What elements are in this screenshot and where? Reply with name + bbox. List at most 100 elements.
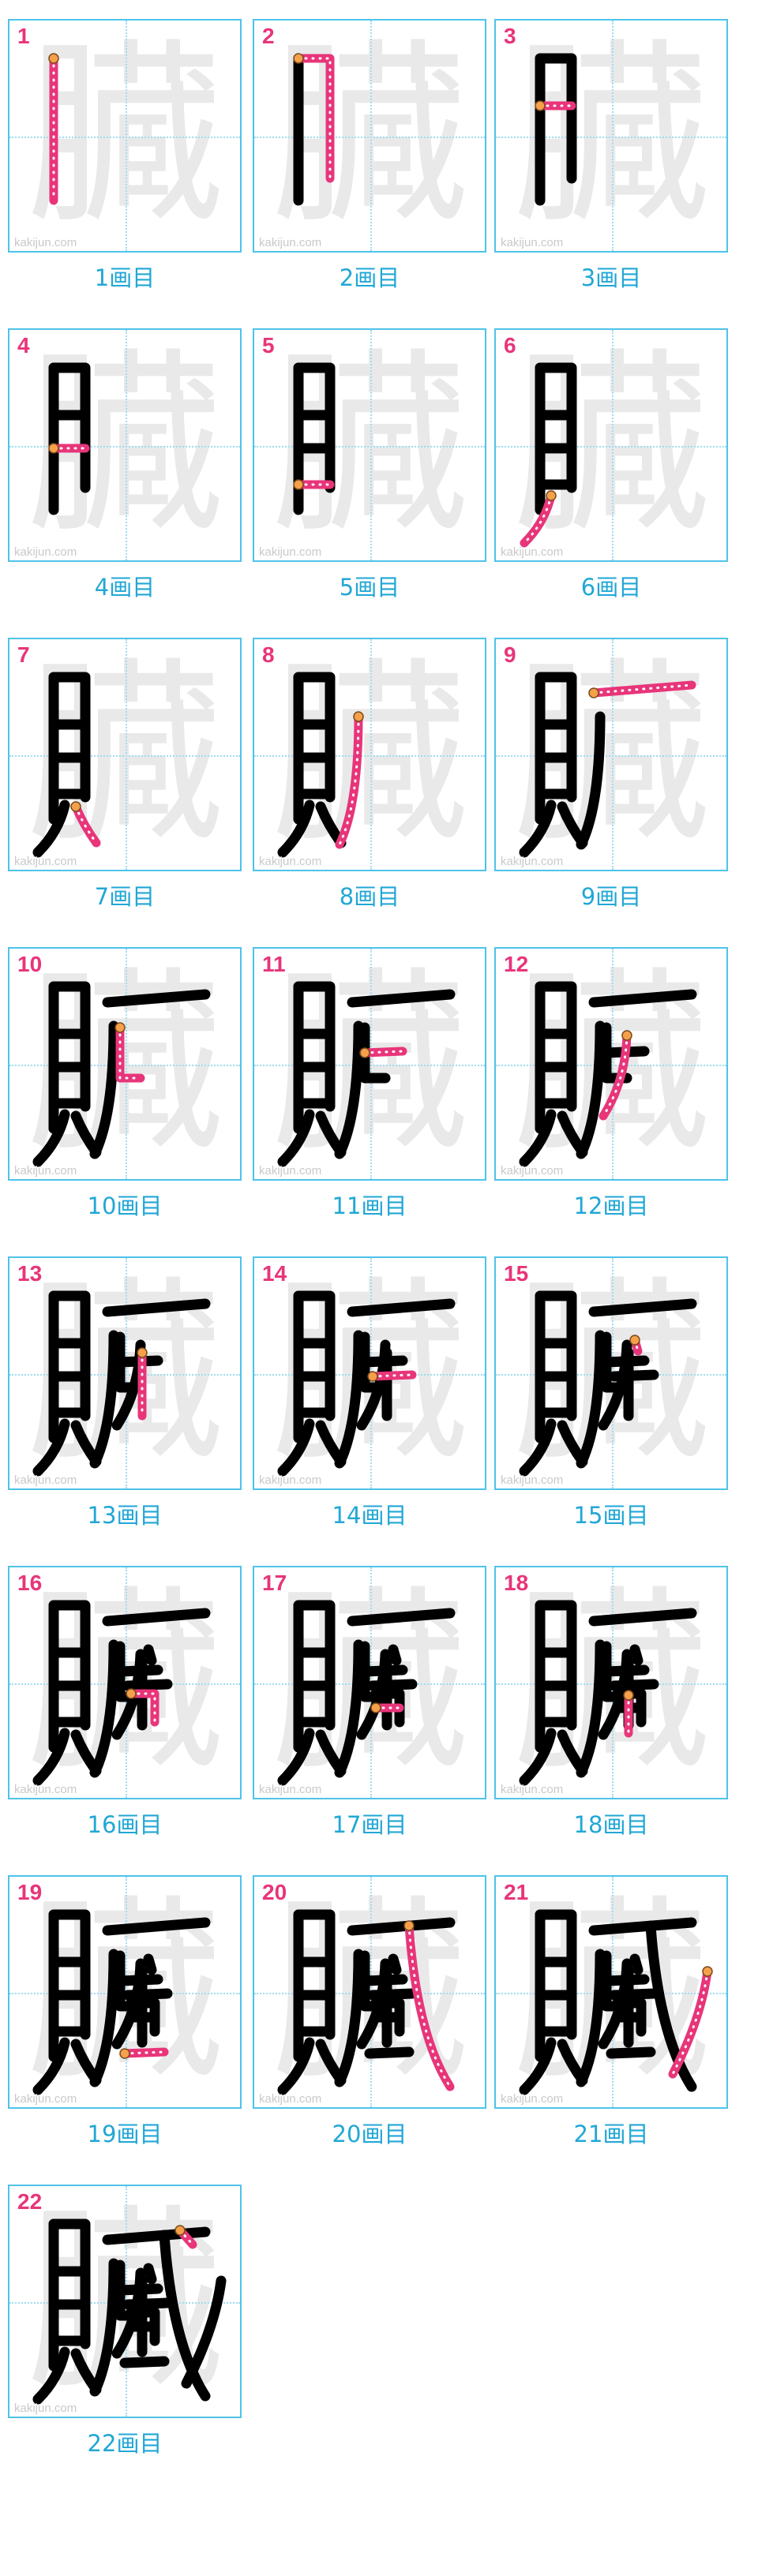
ghost-character: 臓 bbox=[26, 1258, 223, 1488]
ghost-character: 臓 bbox=[26, 1567, 223, 1797]
ghost-character: 臓 bbox=[271, 1877, 468, 2106]
horizontal-guide-line bbox=[254, 1065, 485, 1066]
horizontal-guide-line bbox=[254, 755, 485, 757]
stroke-step-box: 臓 22 kakijun.com bbox=[8, 2185, 242, 2418]
stroke-number: 4 bbox=[17, 333, 30, 358]
step-caption: 5画目 bbox=[253, 564, 486, 611]
watermark-text: kakijun.com bbox=[14, 236, 77, 249]
caption-suffix: 画目 bbox=[595, 574, 642, 601]
horizontal-guide-line bbox=[9, 137, 240, 138]
caption-number: 8 bbox=[339, 883, 355, 910]
vertical-guide-line bbox=[612, 1567, 614, 1798]
horizontal-guide-line bbox=[9, 446, 240, 447]
stroke-step-box: 臓 15 kakijun.com bbox=[494, 1256, 728, 1490]
stroke-step-cell: 臓 8 kakijun.com 8画目 bbox=[253, 638, 497, 960]
stroke-number: 19 bbox=[17, 1880, 43, 1904]
watermark-text: kakijun.com bbox=[14, 855, 77, 868]
caption-suffix: 画目 bbox=[109, 883, 156, 910]
watermark-text: kakijun.com bbox=[259, 545, 322, 559]
stroke-step-cell: 臓 1 kakijun.com 1画目 bbox=[8, 19, 253, 341]
caption-number: 14 bbox=[332, 1502, 362, 1529]
watermark-text: kakijun.com bbox=[14, 545, 77, 559]
caption-number: 19 bbox=[87, 2121, 117, 2147]
stroke-step-cell: 臓 16 kakijun.com 16画目 bbox=[8, 1566, 253, 1888]
caption-number: 17 bbox=[332, 1811, 362, 1838]
vertical-guide-line bbox=[126, 949, 127, 1179]
horizontal-guide-line bbox=[9, 1374, 240, 1376]
ghost-character: 臓 bbox=[271, 1567, 468, 1797]
horizontal-guide-line bbox=[496, 137, 726, 138]
step-caption: 2画目 bbox=[253, 254, 486, 301]
stroke-number: 7 bbox=[17, 642, 30, 667]
caption-suffix: 画目 bbox=[602, 1502, 649, 1529]
vertical-guide-line bbox=[370, 1258, 372, 1488]
vertical-guide-line bbox=[370, 1877, 372, 2107]
caption-suffix: 画目 bbox=[361, 2121, 407, 2147]
ghost-character: 臓 bbox=[26, 1877, 223, 2106]
stroke-step-cell: 臓 18 kakijun.com 18画目 bbox=[494, 1566, 739, 1888]
stroke-step-box: 臓 19 kakijun.com bbox=[8, 1875, 242, 2109]
caption-number: 7 bbox=[94, 883, 110, 910]
ghost-character: 臓 bbox=[26, 949, 223, 1178]
step-caption: 21画目 bbox=[494, 2110, 728, 2158]
ghost-character: 臓 bbox=[26, 639, 223, 869]
stroke-number: 21 bbox=[504, 1880, 529, 1904]
caption-suffix: 画目 bbox=[361, 1193, 407, 1219]
step-caption: 11画目 bbox=[253, 1182, 486, 1230]
stroke-step-cell: 臓 17 kakijun.com 17画目 bbox=[253, 1566, 497, 1888]
stroke-step-cell: 臓 22 kakijun.com 22画目 bbox=[8, 2185, 253, 2507]
stroke-step-cell: 臓 14 kakijun.com 14画目 bbox=[253, 1256, 497, 1578]
step-caption: 14画目 bbox=[253, 1492, 486, 1539]
ghost-character: 臓 bbox=[512, 1877, 710, 2106]
caption-number: 18 bbox=[573, 1811, 603, 1838]
caption-number: 2 bbox=[339, 264, 355, 291]
horizontal-guide-line bbox=[9, 1993, 240, 1994]
step-caption: 3画目 bbox=[494, 254, 728, 301]
caption-suffix: 画目 bbox=[602, 1811, 649, 1838]
stroke-step-cell: 臓 10 kakijun.com 10画目 bbox=[8, 947, 253, 1269]
ghost-character: 臓 bbox=[271, 949, 468, 1178]
caption-suffix: 画目 bbox=[361, 1502, 407, 1529]
step-caption: 1画目 bbox=[8, 254, 242, 301]
vertical-guide-line bbox=[370, 949, 372, 1179]
vertical-guide-line bbox=[370, 21, 372, 251]
horizontal-guide-line bbox=[9, 2302, 240, 2304]
stroke-step-cell: 臓 21 kakijun.com 21画目 bbox=[494, 1875, 739, 2197]
caption-suffix: 画目 bbox=[595, 883, 642, 910]
stroke-step-box: 臓 8 kakijun.com bbox=[253, 638, 486, 871]
horizontal-guide-line bbox=[254, 1374, 485, 1376]
vertical-guide-line bbox=[612, 1258, 614, 1488]
stroke-step-box: 臓 16 kakijun.com bbox=[8, 1566, 242, 1799]
ghost-character: 臓 bbox=[271, 639, 468, 869]
step-caption: 22画目 bbox=[8, 2420, 242, 2467]
horizontal-guide-line bbox=[254, 137, 485, 138]
caption-suffix: 画目 bbox=[116, 1811, 163, 1838]
stroke-number: 10 bbox=[17, 952, 43, 976]
stroke-step-box: 臓 7 kakijun.com bbox=[8, 638, 242, 871]
ghost-character: 臓 bbox=[512, 1567, 710, 1797]
watermark-text: kakijun.com bbox=[14, 1473, 77, 1487]
caption-suffix: 画目 bbox=[109, 264, 156, 291]
watermark-text: kakijun.com bbox=[501, 2092, 564, 2106]
stroke-step-box: 臓 17 kakijun.com bbox=[253, 1566, 486, 1799]
caption-suffix: 画目 bbox=[354, 883, 400, 910]
stroke-step-cell: 臓 5 kakijun.com 5画目 bbox=[253, 328, 497, 650]
caption-number: 21 bbox=[573, 2121, 603, 2147]
watermark-text: kakijun.com bbox=[259, 1164, 322, 1178]
caption-suffix: 画目 bbox=[116, 2430, 163, 2457]
ghost-character: 臓 bbox=[26, 21, 223, 250]
caption-suffix: 画目 bbox=[361, 1811, 407, 1838]
caption-suffix: 画目 bbox=[354, 264, 400, 291]
stroke-step-box: 臓 18 kakijun.com bbox=[494, 1566, 728, 1799]
ghost-character: 臓 bbox=[271, 1258, 468, 1488]
stroke-step-cell: 臓 11 kakijun.com 11画目 bbox=[253, 947, 497, 1269]
caption-number: 20 bbox=[332, 2121, 362, 2147]
ghost-character: 臓 bbox=[271, 330, 468, 560]
horizontal-guide-line bbox=[9, 1065, 240, 1066]
vertical-guide-line bbox=[126, 330, 127, 560]
caption-number: 6 bbox=[580, 574, 596, 601]
step-caption: 18画目 bbox=[494, 1801, 728, 1848]
stroke-step-box: 臓 3 kakijun.com bbox=[494, 19, 728, 253]
step-caption: 8画目 bbox=[253, 873, 486, 920]
step-caption: 4画目 bbox=[8, 564, 242, 611]
